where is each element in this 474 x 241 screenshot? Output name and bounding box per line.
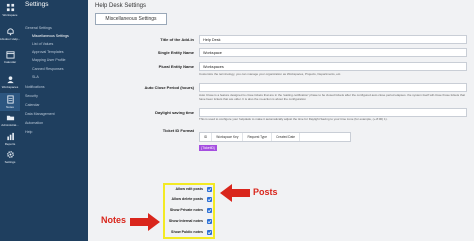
nav-settings[interactable]: Settings	[0, 150, 20, 164]
auto-close-hint: Auto Close is a feature designed to clos…	[199, 93, 465, 101]
calendar-icon	[5, 51, 15, 59]
ticket-format-label: Ticket ID Format	[162, 128, 194, 133]
plural-entity-input[interactable]: Workspaces	[199, 62, 467, 71]
addin-title-label: Title of the Add-in	[160, 37, 194, 42]
daylight-input[interactable]	[199, 108, 467, 117]
nav-label: Administrat...	[1, 123, 19, 127]
chart-icon	[6, 132, 14, 141]
show-internal-notes-row: Show Internal notes	[165, 217, 215, 226]
column-request-type[interactable]: Request Type	[243, 133, 273, 141]
sidebar-item-mapping-user-profile[interactable]: Mapping User Profile	[32, 58, 66, 62]
show-private-notes-checkbox[interactable]	[207, 208, 212, 213]
allow-edit-posts-label: Allow edit posts	[175, 187, 203, 191]
allow-edit-posts-checkbox[interactable]	[207, 187, 212, 192]
tab-miscellaneous-settings[interactable]: Miscellaneous Settings	[95, 13, 167, 25]
settings-sidebar: Settings General Settings Miscellaneous …	[20, 0, 88, 241]
notes-arrow-icon	[130, 213, 160, 231]
notes-icon	[6, 95, 14, 104]
show-private-notes-row: Show Private notes	[165, 206, 215, 215]
folder-icon	[6, 115, 14, 121]
addin-title-input[interactable]: Help Desk	[199, 35, 467, 44]
show-private-notes-label: Show Private notes	[169, 208, 203, 212]
column-workspace-key[interactable]: Workspace Key	[212, 133, 244, 141]
page-title: Help Desk Settings	[95, 3, 147, 9]
sidebar-item-notifications[interactable]: Notifications	[25, 85, 45, 89]
allow-delete-posts-checkbox[interactable]	[207, 197, 212, 202]
nav-workspaces[interactable]: Workspaces	[0, 75, 20, 89]
ticket-format-columns: ID Workspace Key Request Type Created Da…	[199, 132, 351, 142]
nav-label: Lifedoor Help...	[0, 37, 21, 41]
show-public-notes-checkbox[interactable]	[207, 230, 212, 235]
auto-close-input[interactable]	[199, 83, 467, 92]
sidebar-item-security[interactable]: Security	[25, 94, 38, 98]
check-icon	[207, 220, 212, 224]
allow-delete-posts-row: Allow delete posts	[165, 195, 215, 204]
nav-workspace[interactable]: Workspace	[0, 3, 20, 17]
allow-delete-posts-label: Allow delete posts	[171, 197, 203, 201]
sidebar-item-sla[interactable]: SLA	[32, 75, 39, 79]
nav-notes[interactable]: Notes	[0, 93, 20, 111]
singular-entity-input[interactable]: Workspace	[199, 48, 467, 57]
posts-arrow-icon	[220, 184, 250, 202]
sidebar-item-approval-templates[interactable]: Approval Templates	[32, 50, 64, 54]
check-icon	[207, 198, 212, 202]
ticket-format-preview[interactable]: {TicketID}	[199, 145, 217, 151]
users-icon	[6, 76, 14, 84]
sidebar-item-help[interactable]: Help	[25, 130, 32, 134]
plural-entity-label: Plural Entity Name	[158, 64, 194, 69]
nav-label: Notes	[6, 105, 14, 109]
nav-calendar[interactable]: Calendar	[0, 50, 20, 64]
nav-label: Workspace	[2, 13, 18, 17]
nav-label: Workspaces	[1, 85, 19, 89]
notes-annotation: Notes	[101, 215, 127, 225]
nav-label: Calendar	[3, 60, 17, 64]
app-icon-bar: Workspace Lifedoor Help... Calendar Work…	[0, 0, 20, 241]
bell-icon	[6, 28, 14, 36]
posts-annotation: Posts	[253, 187, 278, 197]
sidebar-item-list-of-values[interactable]: List of Values	[32, 42, 53, 46]
check-icon	[207, 231, 212, 235]
check-icon	[207, 209, 212, 213]
nav-reports[interactable]: Reports	[0, 132, 20, 146]
sidebar-item-data-management[interactable]: Data Management	[25, 112, 55, 116]
sidebar-item-general-settings[interactable]: General Settings	[25, 26, 52, 30]
daylight-hint: This is used to configure your helpdesk …	[199, 117, 388, 121]
sidebar-item-canned-responses[interactable]: Canned Responses	[32, 67, 64, 71]
nav-label: Settings	[4, 160, 16, 164]
daylight-label: Daylight saving time	[155, 110, 194, 115]
plural-entity-hint: Customize the terminology, you can manag…	[199, 72, 342, 76]
sidebar-item-miscellaneous-settings[interactable]: Miscellaneous Settings	[32, 34, 69, 38]
main-content: Help Desk Settings Miscellaneous Setting…	[88, 0, 474, 241]
nav-administration[interactable]: Administrat...	[0, 113, 20, 127]
sidebar-item-automation[interactable]: Automation	[25, 121, 43, 125]
allow-edit-posts-row: Allow edit posts	[165, 185, 215, 194]
singular-entity-label: Single Entity Name	[157, 50, 194, 55]
auto-close-label: Auto Close Period (hours)	[144, 85, 194, 90]
show-internal-notes-checkbox[interactable]	[207, 219, 212, 224]
show-internal-notes-label: Show Internal notes	[168, 219, 203, 223]
nav-label: Reports	[4, 142, 16, 146]
grid-icon	[6, 3, 14, 12]
nav-helpdesk[interactable]: Lifedoor Help...	[0, 27, 20, 41]
show-public-notes-row: Show Public notes	[165, 228, 215, 237]
column-created-date[interactable]: Created Date	[272, 133, 301, 141]
show-public-notes-label: Show Public notes	[171, 230, 203, 234]
gear-icon	[6, 151, 14, 158]
column-id[interactable]: ID	[200, 133, 213, 141]
sidebar-title: Settings	[25, 1, 49, 8]
sidebar-item-calendar[interactable]: Calendar	[25, 103, 40, 107]
check-icon	[207, 188, 212, 192]
